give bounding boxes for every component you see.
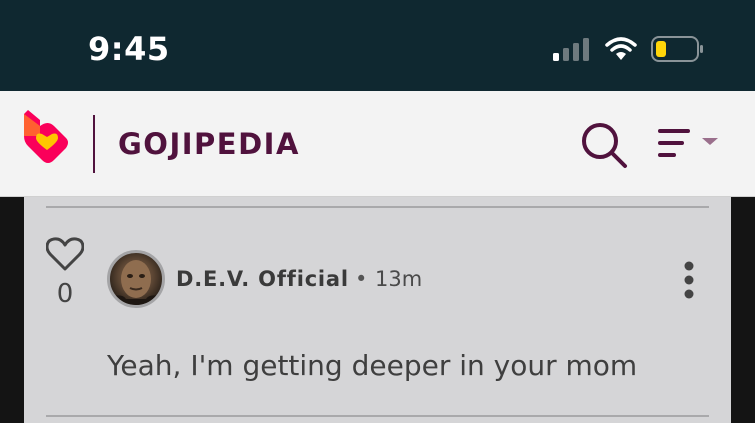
avatar[interactable] [107,250,165,308]
divider [46,206,709,208]
separator-dot: • [355,267,368,291]
fandom-logo-icon[interactable] [22,106,72,166]
page-gutter-right [731,197,755,423]
comment-author[interactable]: D.E.V. Official [176,267,349,291]
heart-icon[interactable] [46,237,84,273]
signal-icon [553,38,589,61]
comment-text: Yeah, I'm getting deeper in your mom [107,349,638,382]
like-count: 0 [56,279,74,309]
comment-card: 0 D.E.V. Official • 13m Yeah, I'm gettin… [24,197,731,423]
header-divider [93,115,95,173]
more-options-icon[interactable] [680,261,698,299]
wifi-icon [605,37,637,60]
divider [46,415,709,417]
status-icons [553,36,705,62]
status-time: 9:45 [88,30,170,68]
battery-icon [651,36,703,62]
comment-timestamp[interactable]: 13m [375,267,422,291]
wiki-name[interactable]: GOJIPEDIA [118,127,300,161]
search-icon[interactable] [580,121,628,169]
app-header: GOJIPEDIA [0,91,755,197]
page-gutter-left [0,197,24,423]
status-bar: 9:45 [0,0,755,91]
menu-icon[interactable] [658,129,722,159]
avatar-face-icon [110,260,162,305]
